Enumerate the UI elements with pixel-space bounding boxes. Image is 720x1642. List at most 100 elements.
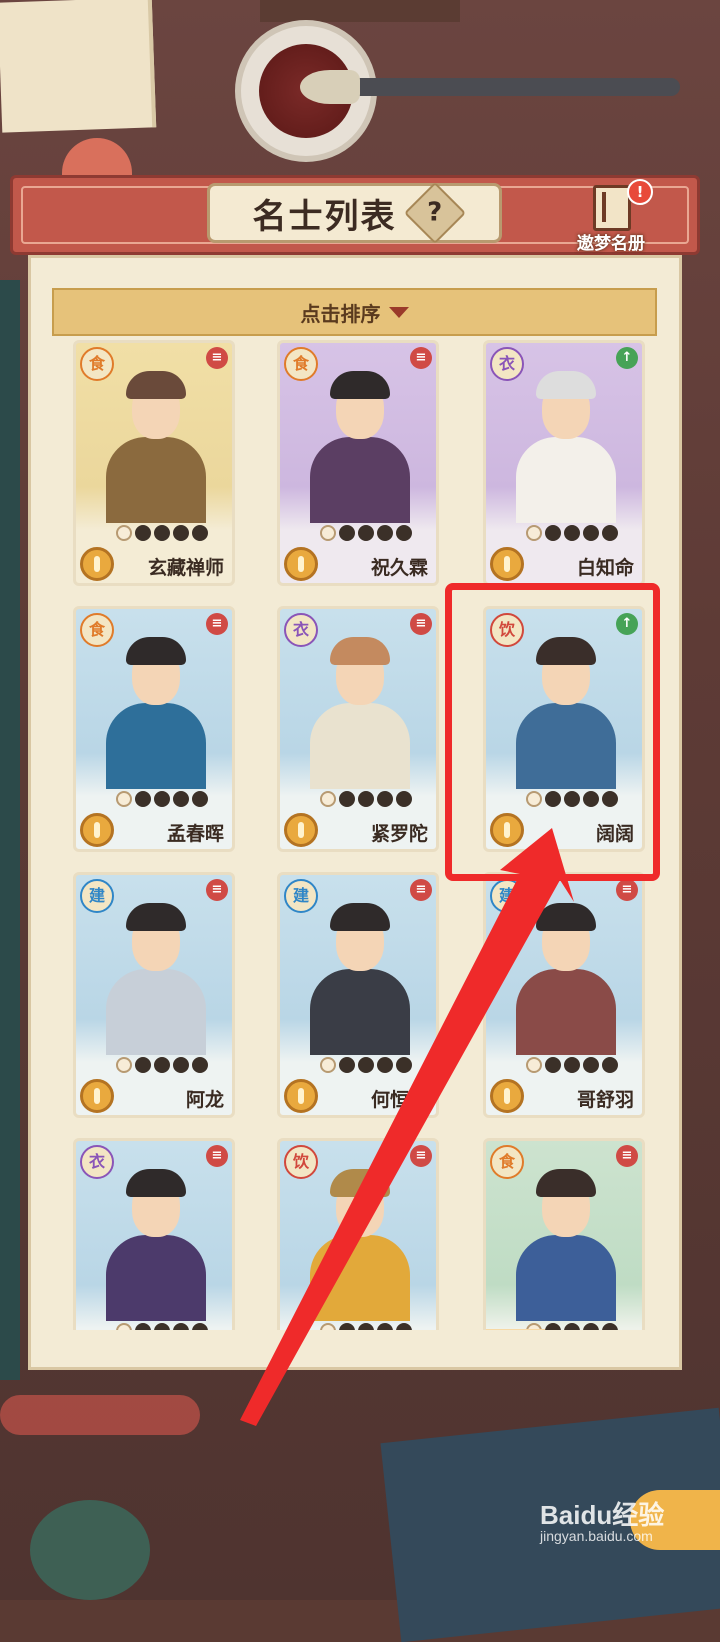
star-icon [541,1053,565,1077]
category-tag: 食 [490,1145,524,1179]
star-rating [522,1053,622,1077]
star-icon [316,787,340,811]
star-icon [560,1319,584,1330]
star-icon [579,521,603,545]
ribbon-decoration [0,1395,200,1435]
brush-tip-decoration [300,70,360,104]
star-icon [188,787,212,811]
scholar-card[interactable]: 饮 ≡ [277,1138,439,1330]
star-icon [579,1053,603,1077]
scholar-card[interactable]: 衣 ≡ [73,1138,235,1330]
category-tag: 食 [80,613,114,647]
scroll-icon: ≡ [206,347,228,369]
scroll-icon: ≡ [616,1145,638,1167]
star-icon [354,1319,378,1330]
scholar-card[interactable]: 衣 ≡ 紧罗陀 [277,606,439,852]
scroll-icon: ≡ [206,613,228,635]
star-icon [131,521,155,545]
star-icon [131,1319,155,1330]
star-icon [392,787,416,811]
scholar-portrait [506,903,626,1055]
star-icon [131,1053,155,1077]
star-icon [112,521,136,545]
star-rating [316,1319,416,1330]
star-icon [392,1053,416,1077]
desk-decoration [260,0,460,22]
scroll-icon: ≡ [206,879,228,901]
scholar-portrait [96,1169,216,1321]
star-icon [169,521,193,545]
scroll-icon: ≡ [410,347,432,369]
dream-book-button[interactable]: ! 遨梦名册 [570,179,653,257]
star-rating [112,787,212,811]
star-icon [316,1319,340,1330]
coin-icon [490,1079,524,1113]
star-icon [335,1053,359,1077]
scholar-card[interactable]: 建 ≡ 哥舒羽 [483,872,645,1118]
star-icon [598,1319,622,1330]
scholar-portrait [300,371,420,523]
scroll-icon: ≡ [206,1145,228,1167]
paper-decoration [0,0,157,133]
star-icon [188,521,212,545]
star-icon [169,1319,193,1330]
book-icon [593,185,631,231]
star-icon [188,1319,212,1330]
scholar-card[interactable]: 建 ≡ 阿龙 [73,872,235,1118]
star-icon [392,1319,416,1330]
sort-label: 点击排序 [300,301,381,326]
page-title: 名士列表 [252,196,397,237]
category-tag: 饮 [284,1145,318,1179]
star-icon [598,1053,622,1077]
scholar-card[interactable]: 食 ≡ 孟春晖 [73,606,235,852]
status-badge: 传业中 [486,1329,546,1330]
star-icon [112,1053,136,1077]
coin-icon [284,1079,318,1113]
brush-decoration [320,78,680,96]
scholar-portrait [96,903,216,1055]
star-icon [541,521,565,545]
scholar-card[interactable]: 建 ≡ 何恒屹 [277,872,439,1118]
star-rating [112,521,212,545]
star-icon [541,1319,565,1330]
coin-icon [284,547,318,581]
coin-icon [490,547,524,581]
leaf-decoration [30,1500,150,1600]
star-icon [522,1053,546,1077]
scholar-name: 祝久霖 [370,557,428,579]
dream-book-label: 遨梦名册 [577,234,645,254]
scholar-portrait [300,1169,420,1321]
scholar-card[interactable]: 食 ≡ 传业中 [483,1138,645,1330]
star-icon [579,1319,603,1330]
category-tag: 建 [80,879,114,913]
scholar-name: 玄藏禅师 [147,557,224,579]
star-icon [150,1319,174,1330]
category-tag: 建 [490,879,524,913]
star-icon [150,787,174,811]
scroll-icon: ≡ [410,1145,432,1167]
scholar-portrait [506,1169,626,1321]
question-icon: ? [426,198,443,228]
star-icon [598,521,622,545]
category-tag: 衣 [490,347,524,381]
scholar-name: 孟春晖 [166,823,224,845]
scholar-card[interactable]: 食 ≡ 祝久霖 [277,340,439,586]
coin-icon [80,813,114,847]
star-icon [373,787,397,811]
scholar-portrait [506,371,626,523]
star-icon [392,521,416,545]
help-button[interactable]: ? [403,181,466,245]
star-rating [112,1319,212,1330]
sort-button[interactable]: 点击排序 [52,288,657,336]
star-rating [522,521,622,545]
scholar-name: 阿龙 [185,1089,224,1111]
star-icon [354,521,378,545]
star-rating [316,787,416,811]
star-icon [112,787,136,811]
scholar-card[interactable]: 衣 ↑ 白知命 [483,340,645,586]
watermark-brand: Baidu经验 [540,1500,665,1530]
scholar-card[interactable]: 食 ≡ 玄藏禅师 [73,340,235,586]
scholar-portrait [300,637,420,789]
scholar-portrait [300,903,420,1055]
title-plate: 名士列表 ? [207,181,502,245]
